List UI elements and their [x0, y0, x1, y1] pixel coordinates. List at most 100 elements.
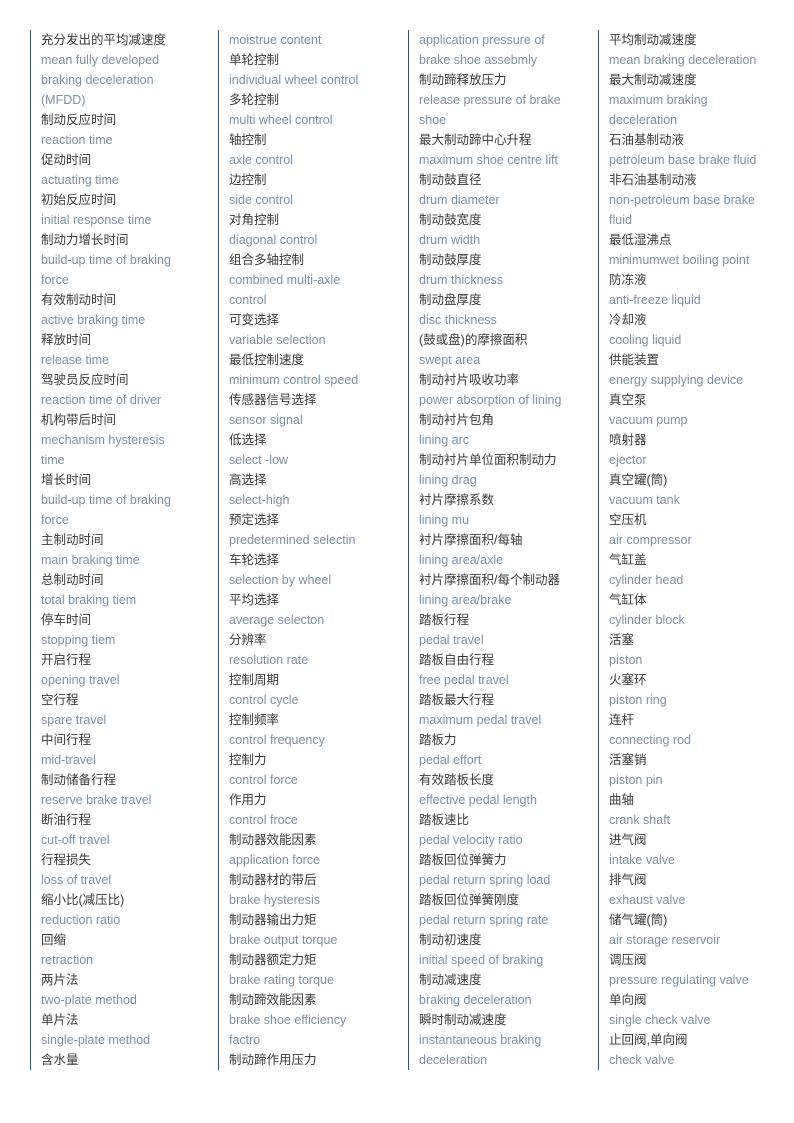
term-english: lining area/axle: [419, 550, 594, 570]
term-english: pedal travel: [419, 630, 594, 650]
term-english: ejector: [609, 450, 780, 470]
glossary-column-1: 充分发出的平均减速度mean fully developedbraking de…: [30, 30, 218, 1070]
term-chinese: 踏板速比: [419, 810, 594, 830]
term-chinese: 可变选择: [229, 310, 404, 330]
term-chinese: 踏板回位弹簧力: [419, 850, 594, 870]
term-english: pressure regulating valve: [609, 970, 780, 990]
term-chinese: 控制力: [229, 750, 404, 770]
term-english: release time: [41, 350, 214, 370]
glossary-column-2: moistrue content单轮控制individual wheel con…: [218, 30, 408, 1070]
term-english: control froce: [229, 810, 404, 830]
term-chinese: 有效制动时间: [41, 290, 214, 310]
term-chinese: 控制周期: [229, 670, 404, 690]
term-english: disc thickness: [419, 310, 594, 330]
term-chinese: 非石油基制动液: [609, 170, 780, 190]
term-chinese: 制动反应时间: [41, 110, 214, 130]
term-chinese: 气缸体: [609, 590, 780, 610]
term-chinese: 预定选择: [229, 510, 404, 530]
term-chinese: 平均制动减速度: [609, 30, 780, 50]
term-chinese: 空行程: [41, 690, 214, 710]
term-english: pedal return spring rate: [419, 910, 594, 930]
term-chinese: 排气阀: [609, 870, 780, 890]
term-chinese: 制动衬片吸收功率: [419, 370, 594, 390]
term-english: single-plate method: [41, 1030, 214, 1050]
term-english: total braking tiem: [41, 590, 214, 610]
term-english: lining mu: [419, 510, 594, 530]
term-chinese: 最低控制速度: [229, 350, 404, 370]
term-english: average selecton: [229, 610, 404, 630]
term-english: multi wheel control: [229, 110, 404, 130]
term-chinese: 边控制: [229, 170, 404, 190]
term-english: initial response time: [41, 210, 214, 230]
term-chinese: 多轮控制: [229, 90, 404, 110]
term-chinese: 控制频率: [229, 710, 404, 730]
term-english: shoe: [419, 110, 594, 130]
term-english: reaction time of driver: [41, 390, 214, 410]
term-chinese: 缩小比(减压比): [41, 890, 214, 910]
term-chinese: 制动减速度: [419, 970, 594, 990]
term-english: swept area: [419, 350, 594, 370]
term-english: fluid: [609, 210, 780, 230]
term-chinese: 传感器信号选择: [229, 390, 404, 410]
term-english: mechanism hysteresis: [41, 430, 214, 450]
term-english: force: [41, 270, 214, 290]
term-english: drum width: [419, 230, 594, 250]
term-english: control force: [229, 770, 404, 790]
glossary-column-4: 平均制动减速度mean braking deceleration最大制动减速度m…: [598, 30, 784, 1070]
term-chinese: 真空泵: [609, 390, 780, 410]
term-chinese: 连杆: [609, 710, 780, 730]
term-english: cut-off travel: [41, 830, 214, 850]
term-chinese: 最大制动减速度: [609, 70, 780, 90]
term-chinese: 制动器额定力矩: [229, 950, 404, 970]
term-english: variable selection: [229, 330, 404, 350]
term-chinese: 机构带后时间: [41, 410, 214, 430]
term-english: air compressor: [609, 530, 780, 550]
term-chinese: 制动鼓直径: [419, 170, 594, 190]
term-english: spare travel: [41, 710, 214, 730]
term-chinese: 低选择: [229, 430, 404, 450]
term-chinese: 气缸盖: [609, 550, 780, 570]
term-chinese: 踏板力: [419, 730, 594, 750]
term-english: active braking time: [41, 310, 214, 330]
term-chinese: 储气罐(筒): [609, 910, 780, 930]
term-chinese: 进气阀: [609, 830, 780, 850]
term-chinese: 制动鼓宽度: [419, 210, 594, 230]
term-english: build-up time of braking: [41, 250, 214, 270]
term-english: braking deceleration: [41, 70, 214, 90]
term-chinese: 中间行程: [41, 730, 214, 750]
term-english: deceleration: [419, 1050, 594, 1070]
term-english: application force: [229, 850, 404, 870]
term-english: piston: [609, 650, 780, 670]
term-english: intake valve: [609, 850, 780, 870]
term-english: reduction ratio: [41, 910, 214, 930]
term-english: moistrue content: [229, 30, 404, 50]
term-chinese: 制动初速度: [419, 930, 594, 950]
term-english: brake rating torque: [229, 970, 404, 990]
term-chinese: 释放时间: [41, 330, 214, 350]
term-english: main braking time: [41, 550, 214, 570]
term-english: lining drag: [419, 470, 594, 490]
term-english: side control: [229, 190, 404, 210]
term-english: axle control: [229, 150, 404, 170]
term-english: lining arc: [419, 430, 594, 450]
term-chinese: 瞬时制动减速度: [419, 1010, 594, 1030]
term-english: cooling liquid: [609, 330, 780, 350]
term-chinese: 开启行程: [41, 650, 214, 670]
term-english: actuating time: [41, 170, 214, 190]
term-english: non-petroleum base brake: [609, 190, 780, 210]
term-english: initial speed of braking: [419, 950, 594, 970]
term-chinese: 有效踏板长度: [419, 770, 594, 790]
term-english: air storage reservoir: [609, 930, 780, 950]
term-chinese: 组合多轴控制: [229, 250, 404, 270]
term-english: lining area/brake: [419, 590, 594, 610]
term-english: select -low: [229, 450, 404, 470]
term-chinese: 单向阀: [609, 990, 780, 1010]
term-chinese: 制动蹄释放压力: [419, 70, 594, 90]
term-chinese: 制动衬片包角: [419, 410, 594, 430]
term-chinese: 冷却液: [609, 310, 780, 330]
term-english: time: [41, 450, 214, 470]
term-english: reaction time: [41, 130, 214, 150]
term-english: control: [229, 290, 404, 310]
term-english: maximum braking: [609, 90, 780, 110]
term-chinese: 行程损失: [41, 850, 214, 870]
